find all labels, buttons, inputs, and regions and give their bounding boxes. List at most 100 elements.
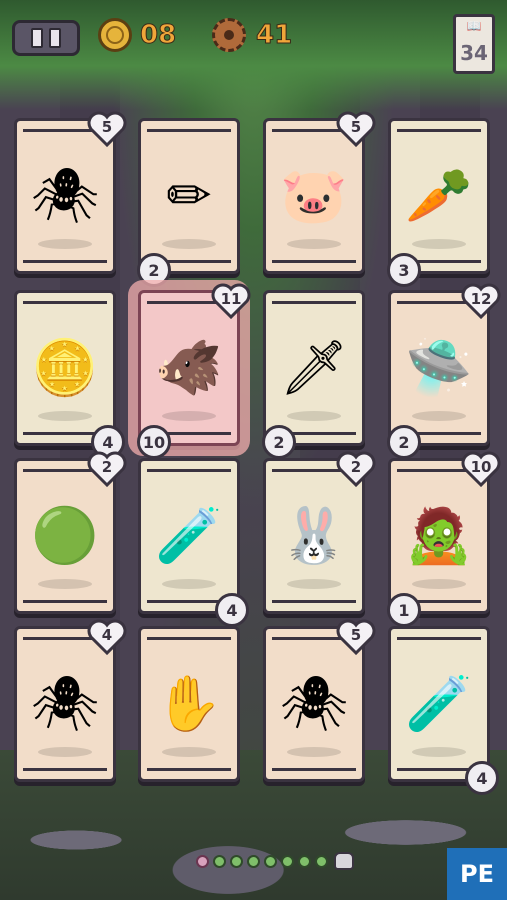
- card-bunny[interactable]: 🐰 2: [263, 451, 376, 614]
- spider-icon: 🕷: [279, 672, 349, 735]
- pe-corner-badge: PE: [447, 848, 507, 900]
- card-shadow: [162, 239, 216, 249]
- health-heart: 5: [336, 111, 376, 148]
- card-ufo[interactable]: 🛸 12 2: [387, 283, 501, 459]
- progress-dot: [298, 854, 311, 868]
- health-heart: 2: [336, 451, 376, 488]
- card-shadow: [38, 239, 92, 249]
- shield-badge: 1: [387, 593, 421, 627]
- card-top-ornament: [147, 637, 231, 650]
- progress-dot-current: [196, 854, 209, 868]
- health-heart: 5: [336, 619, 376, 656]
- spider-icon: 🕷: [30, 672, 100, 735]
- progress-dot: [264, 854, 277, 868]
- card-shadow: [412, 411, 466, 421]
- card-shadow: [38, 747, 92, 757]
- card-shadow: [162, 411, 216, 421]
- card-carrot[interactable]: 🥕 3: [387, 118, 490, 287]
- ufo-icon: 🛸: [405, 336, 473, 399]
- health-value: 5: [350, 626, 362, 644]
- health-value: 11: [220, 290, 242, 308]
- card-top-ornament: [272, 301, 356, 314]
- card-bottom-ornament: [23, 250, 107, 263]
- gold-coin-icon: 🪙: [31, 336, 99, 399]
- hero-pig-icon: 🐗: [155, 336, 223, 399]
- card-top-ornament: [147, 469, 231, 482]
- card-hero-pig[interactable]: 🐗 11 10: [137, 283, 251, 459]
- card-shadow: [287, 747, 341, 757]
- spider-icon: 🕷: [30, 164, 100, 227]
- progress-dot: [247, 854, 260, 868]
- card-shadow: [287, 239, 341, 249]
- carrot-icon: 🥕: [405, 164, 473, 227]
- card-top-ornament: [147, 129, 231, 142]
- card-spider[interactable]: 🕷 4: [14, 619, 127, 782]
- card-shadow: [162, 579, 216, 589]
- value-badge: 2: [137, 253, 171, 287]
- health-value: 4: [101, 626, 113, 644]
- card-bottom-ornament: [272, 250, 356, 263]
- health-value: 12: [470, 290, 492, 308]
- value-badge: 3: [387, 253, 421, 287]
- pause-button[interactable]: [12, 20, 80, 56]
- attack-badge: 10: [137, 425, 171, 459]
- health-value: 10: [470, 458, 492, 476]
- gear-icon: [212, 18, 246, 52]
- card-bottom-ornament: [272, 590, 356, 603]
- coin-icon: [98, 18, 132, 52]
- deck-count: 34: [460, 41, 488, 65]
- progress-dot: [315, 854, 328, 868]
- card-coin[interactable]: 🪙 4: [14, 290, 125, 459]
- card-shadow: [38, 579, 92, 589]
- coin-count: 08: [139, 20, 177, 51]
- deck-button[interactable]: 📖 34: [453, 14, 495, 74]
- card-top-ornament: [23, 301, 107, 314]
- attack-badge: 2: [387, 425, 421, 459]
- potion-icon: 🧪: [405, 672, 473, 735]
- card-bottom-ornament: [272, 758, 356, 771]
- pencils-icon: ✏: [166, 164, 212, 227]
- card-shadow: [287, 411, 341, 421]
- pig-blacksmith-icon: 🐷: [280, 164, 348, 227]
- card-shadow: [412, 239, 466, 249]
- level-progress: [196, 852, 354, 870]
- skull-boss-icon: [334, 852, 354, 870]
- value-badge: 4: [215, 593, 249, 627]
- book-icon: 📖: [466, 19, 482, 33]
- health-value: 2: [350, 458, 362, 476]
- card-shadow: [412, 579, 466, 589]
- health-heart: 4: [87, 619, 127, 656]
- card-shadow: [162, 747, 216, 757]
- card-potion[interactable]: 🧪 4: [138, 458, 249, 627]
- card-shadow: [38, 411, 92, 421]
- card-shadow: [287, 579, 341, 589]
- pause-bar-icon: [49, 28, 61, 48]
- health-value: 5: [350, 118, 362, 136]
- health-heart: 5: [87, 111, 127, 148]
- value-badge: 2: [262, 425, 296, 459]
- zombie-hand-icon: ✋: [155, 672, 223, 735]
- card-spider[interactable]: 🕷 5: [263, 619, 376, 782]
- zombie-icon: 🧟: [405, 504, 473, 567]
- card-zombie[interactable]: 🧟 10 1: [387, 451, 501, 627]
- card-pig-smith[interactable]: 🐷 5: [263, 111, 376, 274]
- card-shadow: [412, 747, 466, 757]
- card-bottom-ornament: [147, 758, 231, 771]
- pause-bar-icon: [31, 28, 43, 48]
- card-sword[interactable]: 🗡 2: [262, 290, 365, 459]
- potion-icon: 🧪: [155, 504, 223, 567]
- health-value: 2: [101, 458, 113, 476]
- bunny-icon: 🐰: [280, 504, 348, 567]
- progress-dot: [213, 854, 226, 868]
- card-bottom-ornament: [23, 590, 107, 603]
- card-slime[interactable]: 🟢 2: [14, 451, 127, 614]
- card-zombie-hand[interactable]: ✋: [138, 626, 240, 782]
- health-value: 5: [101, 118, 113, 136]
- gear-count: 41: [255, 20, 293, 51]
- card-spider[interactable]: 🕷 5: [14, 111, 127, 274]
- hud-bar: 08 41 📖 34: [12, 14, 495, 74]
- progress-dot: [281, 854, 294, 868]
- card-pencils[interactable]: ✏ 2: [137, 118, 240, 287]
- card-potion[interactable]: 🧪 4: [388, 626, 499, 795]
- health-heart: 11: [211, 283, 251, 320]
